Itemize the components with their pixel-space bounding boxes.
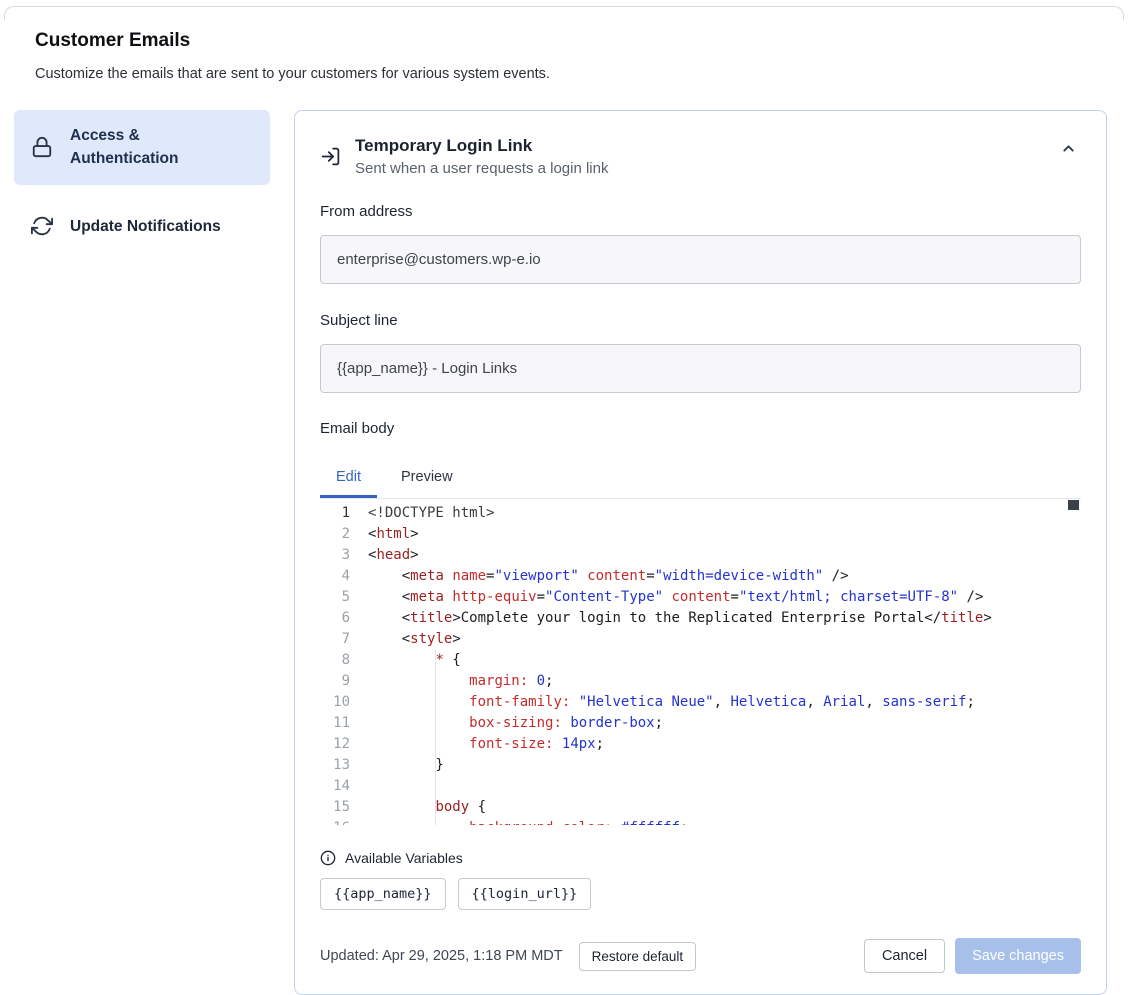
- tab-preview[interactable]: Preview: [385, 457, 469, 498]
- line-number: 8: [320, 650, 350, 671]
- code-line-content: * {: [368, 650, 461, 671]
- page-subtitle: Customize the emails that are sent to yo…: [35, 66, 550, 82]
- subject-line-label: Subject line: [320, 312, 1081, 329]
- line-number: 6: [320, 608, 350, 629]
- line-number: 1: [320, 503, 350, 524]
- panel-subtitle: Sent when a user requests a login link: [355, 160, 608, 177]
- sidebar-item-label: Access & Authentication: [70, 124, 220, 171]
- tab-edit[interactable]: Edit: [320, 457, 377, 498]
- line-number: 4: [320, 566, 350, 587]
- from-address-input[interactable]: [320, 235, 1081, 284]
- code-line-content: <meta name="viewport" content="width=dev…: [368, 566, 849, 587]
- indent-guide: [435, 650, 436, 825]
- panel-header: Temporary Login Link Sent when a user re…: [320, 136, 1081, 177]
- code-line-content: box-sizing: border-box;: [368, 713, 663, 734]
- cancel-button[interactable]: Cancel: [864, 939, 945, 973]
- line-number: 9: [320, 671, 350, 692]
- code-line-content: <meta http-equiv="Content-Type" content=…: [368, 587, 983, 608]
- editor-tabs: Edit Preview: [320, 457, 1081, 499]
- save-changes-button[interactable]: Save changes: [955, 938, 1081, 974]
- sidebar-item-update-notifications[interactable]: Update Notifications: [14, 201, 270, 252]
- line-number: 14: [320, 776, 350, 797]
- email-settings-panel: Temporary Login Link Sent when a user re…: [294, 110, 1107, 995]
- code-line-content: font-family: "Helvetica Neue", Helvetica…: [368, 692, 975, 713]
- line-number: 11: [320, 713, 350, 734]
- panel-footer: Updated: Apr 29, 2025, 1:18 PM MDT Resto…: [320, 938, 1081, 974]
- code-line-content: font-size: 14px;: [368, 734, 604, 755]
- subject-line-input[interactable]: [320, 344, 1081, 393]
- code-line: 4 <meta name="viewport" content="width=d…: [320, 566, 1081, 587]
- line-number: 3: [320, 545, 350, 566]
- line-number: 16: [320, 818, 350, 825]
- code-line: 6 <title>Complete your login to the Repl…: [320, 608, 1081, 629]
- code-editor[interactable]: 1<!DOCTYPE html>2<html>3<head>4 <meta na…: [320, 499, 1081, 825]
- restore-default-button[interactable]: Restore default: [579, 942, 697, 971]
- code-line-content: margin: 0;: [368, 671, 553, 692]
- code-line: 3 <head>: [320, 545, 1081, 566]
- variable-chips: {{app_name}} {{login_url}}: [320, 878, 1081, 910]
- variable-chip-login-url[interactable]: {{login_url}}: [458, 878, 592, 910]
- content-layout: Access & Authentication Update Notificat…: [14, 110, 1107, 995]
- available-variables-label: Available Variables: [345, 850, 463, 866]
- line-number: 15: [320, 797, 350, 818]
- code-line-content: }: [368, 755, 444, 776]
- code-line: 5 <meta http-equiv="Content-Type" conten…: [320, 587, 1081, 608]
- code-line: 7 <style>: [320, 629, 1081, 650]
- line-number: 13: [320, 755, 350, 776]
- email-body-label: Email body: [320, 420, 1081, 437]
- collapse-button[interactable]: [1056, 136, 1081, 161]
- chevron-up-icon: [1060, 140, 1077, 157]
- panel-title: Temporary Login Link: [355, 136, 608, 156]
- from-address-label: From address: [320, 203, 1081, 220]
- panel-header-text: Temporary Login Link Sent when a user re…: [355, 136, 608, 177]
- code-line-content: <html>: [368, 524, 419, 545]
- updated-timestamp: Updated: Apr 29, 2025, 1:18 PM MDT: [320, 948, 563, 964]
- refresh-icon: [30, 215, 54, 237]
- lock-icon: [30, 136, 54, 158]
- available-variables-header: Available Variables: [320, 850, 1081, 866]
- line-number: 10: [320, 692, 350, 713]
- line-number: 2: [320, 524, 350, 545]
- code-line-content: background-color: #ffffff;: [368, 818, 688, 825]
- line-number: 12: [320, 734, 350, 755]
- login-icon: [320, 146, 341, 167]
- code-line-content: <!DOCTYPE html>: [368, 503, 494, 524]
- code-line-content: <style>: [368, 629, 461, 650]
- code-line: 2 <html>: [320, 524, 1081, 545]
- page-title: Customer Emails: [35, 30, 190, 52]
- variable-chip-app-name[interactable]: {{app_name}}: [320, 878, 446, 910]
- code-line-content: body {: [368, 797, 486, 818]
- line-number: 7: [320, 629, 350, 650]
- sidebar: Access & Authentication Update Notificat…: [14, 110, 270, 268]
- code-line: 1 <!DOCTYPE html>: [320, 503, 1081, 524]
- code-line-content: <title>Complete your login to the Replic…: [368, 608, 992, 629]
- code-line-content: <head>: [368, 545, 419, 566]
- sidebar-item-access-authentication[interactable]: Access & Authentication: [14, 110, 270, 185]
- editor-scrollbar-thumb[interactable]: [1068, 500, 1079, 510]
- page-top-border: [4, 6, 1124, 20]
- sidebar-item-label: Update Notifications: [70, 215, 221, 238]
- info-icon: [320, 850, 336, 866]
- line-number: 5: [320, 587, 350, 608]
